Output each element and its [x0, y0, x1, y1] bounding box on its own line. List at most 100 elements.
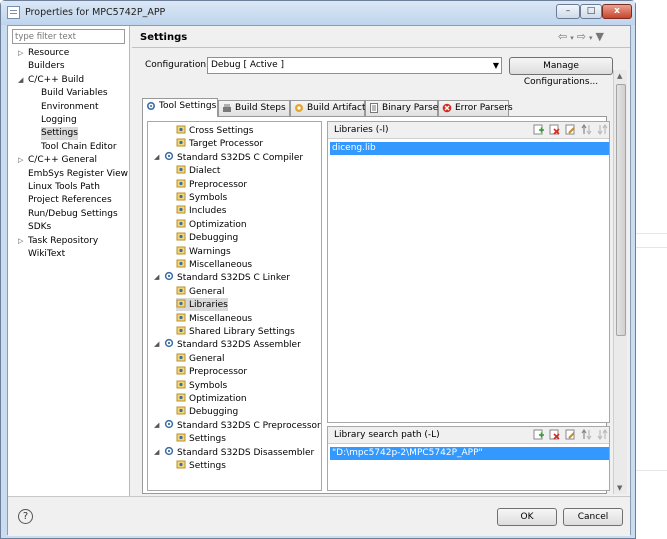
tool-option-item[interactable]: Symbols — [176, 191, 227, 204]
nav-item[interactable]: Build Variables — [41, 87, 108, 100]
tool-item-label: Includes — [189, 206, 227, 217]
nav-item[interactable]: Tool Chain Editor — [41, 141, 117, 154]
nav-item[interactable]: ▷ Resource — [18, 47, 69, 60]
tool-gear-icon — [164, 151, 174, 160]
tool-option-item[interactable]: Optimization — [176, 392, 247, 405]
nav-item[interactable]: Run/Debug Settings — [28, 208, 118, 221]
tool-option-item[interactable]: Shared Library Settings — [176, 325, 295, 338]
delete-icon[interactable] — [549, 429, 560, 440]
filter-input[interactable] — [12, 29, 125, 44]
delete-icon[interactable] — [549, 124, 560, 135]
expand-icon[interactable]: ▷ — [18, 235, 26, 248]
tool-option-item[interactable]: Miscellaneous — [176, 312, 252, 325]
tab-build-artifact[interactable]: Build Artifact — [290, 100, 366, 116]
collapse-icon[interactable]: ◢ — [18, 74, 26, 87]
nav-item-label: Environment — [41, 101, 99, 112]
tool-option-item[interactable]: Cross Settings — [176, 124, 253, 137]
tool-option-item[interactable]: Target Processor — [176, 137, 263, 150]
cancel-button[interactable]: Cancel — [563, 508, 623, 526]
tool-item[interactable]: ◢ Standard S32DS Assembler — [154, 338, 301, 351]
tool-option-item[interactable]: Settings — [176, 432, 226, 445]
configuration-select[interactable]: Debug [ Active ] ▼ — [207, 57, 502, 74]
tool-option-item[interactable]: Optimization — [176, 218, 247, 231]
title-bar: Properties for MPC5742P_APP – □ x — [1, 1, 635, 25]
nav-item[interactable]: Environment — [41, 101, 98, 114]
nav-item[interactable]: Project References — [28, 194, 112, 207]
edit-icon[interactable] — [565, 124, 576, 135]
edit-icon[interactable] — [565, 429, 576, 440]
tool-item-label: Libraries — [189, 300, 228, 311]
nav-item[interactable]: ◢ C/C++ Build — [18, 74, 84, 87]
tool-option-item[interactable]: Dialect — [176, 164, 220, 177]
tool-option-item[interactable]: Includes — [176, 204, 226, 217]
nav-item[interactable]: ▷ Task Repository — [18, 235, 98, 248]
move-up-icon[interactable] — [581, 429, 592, 440]
maximize-button[interactable]: □ — [580, 4, 602, 19]
tool-option-item[interactable]: Preprocessor — [176, 365, 247, 378]
collapse-icon[interactable]: ◢ — [154, 446, 162, 459]
tool-option-item[interactable]: Miscellaneous — [176, 258, 252, 271]
scroll-down-icon[interactable]: ▼ — [617, 484, 622, 492]
tool-item[interactable]: ◢ Standard S32DS Disassembler — [154, 446, 314, 459]
tool-option-item[interactable]: Symbols — [176, 379, 227, 392]
collapse-icon[interactable]: ◢ — [154, 419, 162, 432]
tool-item[interactable]: ◢ Standard S32DS C Preprocessor — [154, 419, 321, 432]
search-path-row[interactable]: "D:\mpc5742p-2\MPC5742P_APP" — [330, 447, 609, 460]
option-category-icon — [176, 299, 186, 308]
binary-parsers-icon — [370, 103, 378, 113]
expand-icon[interactable]: ▷ — [18, 154, 26, 167]
nav-item[interactable]: SDKs — [28, 221, 51, 234]
manage-configurations-button[interactable]: Manage Configurations... — [509, 57, 613, 87]
help-icon[interactable]: ? — [18, 509, 33, 524]
scroll-up-icon[interactable]: ▲ — [617, 72, 622, 80]
nav-item-label: Logging — [41, 115, 77, 125]
tool-option-item[interactable]: Debugging — [176, 231, 238, 244]
move-down-icon[interactable] — [597, 124, 608, 135]
collapse-icon[interactable]: ◢ — [154, 338, 162, 351]
tab-error-parsers[interactable]: Error Parsers — [438, 100, 513, 116]
minimize-button[interactable]: – — [556, 4, 580, 19]
tab-build-steps[interactable]: Build Steps — [218, 100, 290, 116]
nav-item[interactable]: Linux Tools Path — [28, 181, 100, 194]
nav-item-label: Settings — [41, 128, 78, 139]
expand-icon[interactable]: ▷ — [18, 47, 26, 60]
tool-option-item[interactable]: General — [176, 285, 224, 298]
tool-tree: Cross Settings Target Processor ◢ Standard … — [147, 121, 322, 491]
tool-item[interactable]: ◢ Standard S32DS C Linker — [154, 271, 290, 284]
nav-item[interactable]: ▷ C/C++ General — [18, 154, 97, 167]
nav-item[interactable]: WikiText — [28, 248, 65, 261]
collapse-icon[interactable]: ◢ — [154, 271, 162, 284]
tool-item-label: Dialect — [189, 166, 221, 177]
tab-binary-parsers[interactable]: Binary Parsers — [365, 100, 447, 116]
scrollbar-thumb[interactable] — [616, 84, 626, 336]
library-row[interactable]: diceng.lib — [330, 142, 609, 155]
back-arrow-icon[interactable]: ⇦ — [558, 30, 570, 43]
add-icon[interactable] — [533, 124, 544, 135]
tab-label: Tool Settings — [159, 101, 217, 111]
page-scrollbar[interactable]: ▲ ▼ — [613, 70, 627, 494]
close-button[interactable]: x — [602, 4, 632, 19]
move-down-icon[interactable] — [597, 429, 608, 440]
nav-item[interactable]: Settings — [41, 127, 78, 141]
tab-tool-settings[interactable]: Tool Settings — [142, 98, 218, 117]
tool-option-item[interactable]: Debugging — [176, 405, 238, 418]
tool-option-item[interactable]: Libraries — [176, 298, 228, 312]
collapse-icon[interactable]: ◢ — [154, 151, 162, 164]
tool-item[interactable]: ◢ Standard S32DS C Compiler — [154, 151, 303, 164]
tool-option-item[interactable]: Warnings — [176, 245, 231, 258]
view-menu-icon[interactable]: ▼ — [595, 30, 606, 43]
nav-item[interactable]: Logging — [41, 114, 77, 127]
button-bar: ? OK Cancel — [8, 496, 630, 536]
tool-option-item[interactable]: Settings — [176, 459, 226, 472]
forward-arrow-icon[interactable]: ⇨ — [577, 30, 589, 43]
tool-option-item[interactable]: Preprocessor — [176, 178, 247, 191]
ok-button[interactable]: OK — [497, 508, 557, 526]
move-up-icon[interactable] — [581, 124, 592, 135]
nav-item[interactable]: Builders — [28, 60, 65, 73]
nav-item-label: Run/Debug Settings — [28, 208, 118, 219]
tool-option-item[interactable]: General — [176, 352, 224, 365]
configuration-value: Debug [ Active ] — [211, 60, 285, 70]
nav-item[interactable]: EmbSys Register View — [28, 168, 128, 181]
option-category-icon — [176, 406, 186, 415]
add-icon[interactable] — [533, 429, 544, 440]
